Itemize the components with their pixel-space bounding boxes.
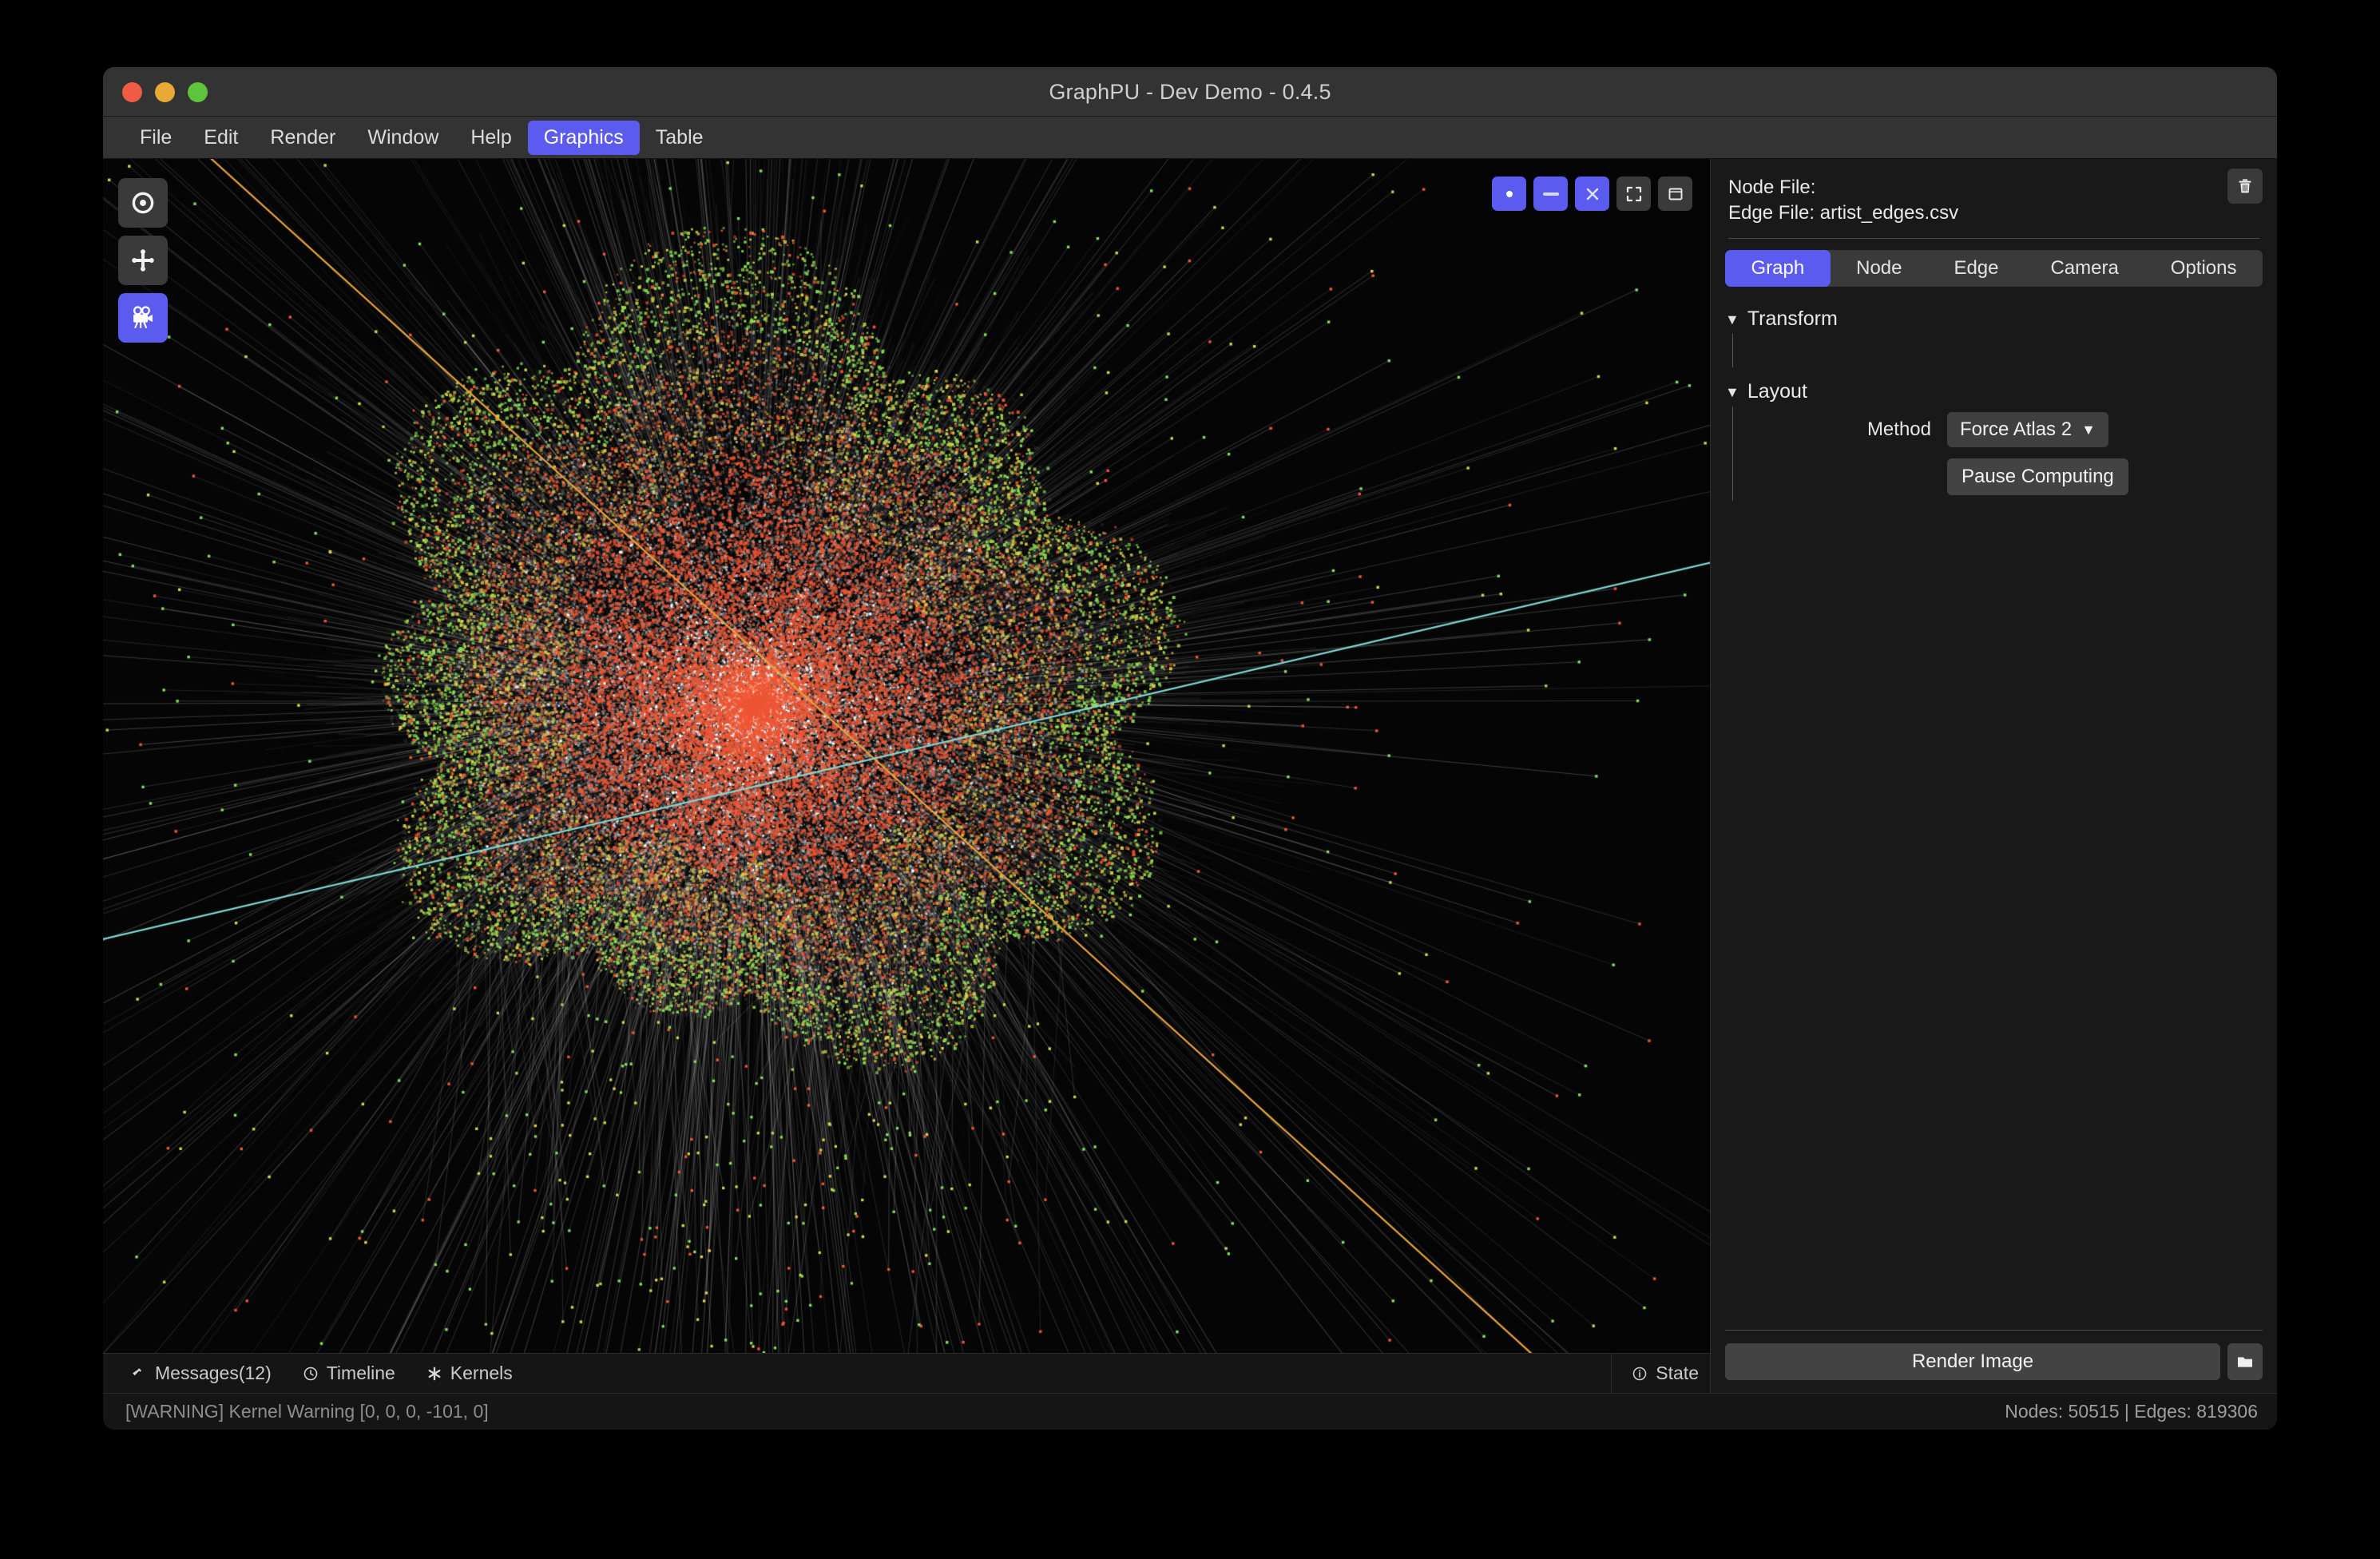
menu-item-graphics[interactable]: Graphics bbox=[528, 121, 640, 155]
render-image-button[interactable]: Render Image bbox=[1725, 1343, 2220, 1380]
fullscreen-icon bbox=[1624, 184, 1644, 204]
layout-method-value: Force Atlas 2 bbox=[1960, 419, 2072, 441]
section-body-transform bbox=[1732, 334, 2263, 367]
move-pan-icon-button[interactable] bbox=[118, 236, 168, 285]
layout-method-label: Method bbox=[1733, 419, 1933, 441]
viewport-tool-strip bbox=[118, 178, 168, 343]
graph-canvas[interactable] bbox=[103, 159, 1710, 1353]
graph-viewport[interactable] bbox=[103, 159, 1710, 1353]
graph-counts: Nodes: 50515 | Edges: 819306 bbox=[2005, 1401, 2258, 1422]
menu-item-table[interactable]: Table bbox=[640, 121, 720, 155]
cross-mode-button[interactable] bbox=[1575, 177, 1609, 211]
fullscreen-button[interactable] bbox=[1616, 177, 1651, 211]
sidebar-tab-bar: Graph Node Edge Camera Options bbox=[1725, 250, 2263, 287]
sidebar-tab-camera[interactable]: Camera bbox=[2025, 250, 2144, 287]
viewport-tab-messages-label: Messages(12) bbox=[155, 1363, 272, 1384]
menu-item-edit[interactable]: Edit bbox=[188, 121, 254, 155]
section-body-layout: Method Force Atlas 2 ▼ Pause Computing bbox=[1732, 407, 2263, 501]
focus-target-icon bbox=[129, 189, 157, 216]
dot-icon bbox=[1506, 191, 1513, 197]
viewport-tab-bar: Messages(12) Timeline Kernels bbox=[103, 1353, 1710, 1393]
sidebar-tab-node[interactable]: Node bbox=[1831, 250, 1928, 287]
viewport-tab-state-label: State bbox=[1656, 1363, 1699, 1384]
line-mode-button[interactable] bbox=[1533, 177, 1568, 211]
chevron-down-icon: ▼ bbox=[1725, 385, 1739, 399]
pause-computing-row: Pause Computing bbox=[1733, 453, 2263, 501]
menu-item-window[interactable]: Window bbox=[351, 121, 454, 155]
footer-divider bbox=[1725, 1330, 2263, 1331]
title-bar: GraphPU - Dev Demo - 0.4.5 bbox=[103, 67, 2277, 117]
megaphone-icon bbox=[130, 1365, 148, 1382]
open-folder-button[interactable] bbox=[2227, 1343, 2263, 1380]
viewport-tab-messages[interactable]: Messages(12) bbox=[125, 1360, 276, 1386]
render-row: Render Image bbox=[1725, 1343, 2263, 1380]
status-message: [WARNING] Kernel Warning [0, 0, 0, -101,… bbox=[125, 1401, 489, 1422]
chevron-down-icon: ▼ bbox=[1725, 312, 1739, 327]
clock-icon bbox=[302, 1365, 319, 1382]
section-title-layout: Layout bbox=[1747, 380, 1807, 403]
window-panel-button[interactable] bbox=[1658, 177, 1692, 211]
camera-icon-button[interactable] bbox=[118, 293, 168, 343]
file-header: Node File: Edge File: artist_edges.csv bbox=[1711, 159, 2277, 225]
viewport-tab-timeline-label: Timeline bbox=[327, 1363, 395, 1384]
delete-files-button[interactable] bbox=[2227, 169, 2263, 204]
node-file-label: Node File: bbox=[1728, 175, 2259, 200]
menu-bar: File Edit Render Window Help Graphics Ta… bbox=[103, 117, 2277, 159]
sidebar-tab-options[interactable]: Options bbox=[2144, 250, 2263, 287]
menu-item-file[interactable]: File bbox=[124, 121, 188, 155]
properties-sidebar: Node File: Edge File: artist_edges.csv G… bbox=[1710, 159, 2277, 1393]
header-divider bbox=[1728, 238, 2259, 239]
window-panel-icon bbox=[1666, 184, 1685, 204]
trash-icon bbox=[2235, 177, 2255, 196]
status-bar: [WARNING] Kernel Warning [0, 0, 0, -101,… bbox=[103, 1393, 2277, 1430]
camera-icon bbox=[129, 304, 157, 331]
viewport-tab-kernels-label: Kernels bbox=[450, 1363, 513, 1384]
viewport-tab-timeline[interactable]: Timeline bbox=[297, 1360, 400, 1386]
window-title: GraphPU - Dev Demo - 0.4.5 bbox=[103, 67, 2277, 117]
info-icon bbox=[1631, 1365, 1648, 1382]
sidebar-footer: Render Image bbox=[1711, 1330, 2277, 1393]
chevron-down-icon: ▼ bbox=[2081, 422, 2096, 438]
viewport-display-controls bbox=[1492, 177, 1692, 211]
layout-method-dropdown[interactable]: Force Atlas 2 ▼ bbox=[1947, 412, 2108, 447]
folder-open-icon bbox=[2235, 1352, 2255, 1371]
section-title-transform: Transform bbox=[1747, 307, 1838, 331]
viewport-tab-state[interactable]: State bbox=[1611, 1354, 1699, 1393]
section-header-layout[interactable]: ▼ Layout bbox=[1725, 380, 2263, 403]
viewport-tab-kernels[interactable]: Kernels bbox=[421, 1360, 518, 1386]
window-body: Messages(12) Timeline Kernels bbox=[103, 159, 2277, 1393]
application-window: GraphPU - Dev Demo - 0.4.5 File Edit Ren… bbox=[103, 67, 2277, 1430]
focus-target-icon-button[interactable] bbox=[118, 178, 168, 228]
section-header-transform[interactable]: ▼ Transform bbox=[1725, 307, 2263, 331]
sidebar-tab-graph[interactable]: Graph bbox=[1725, 250, 1831, 287]
edge-file-label: Edge File: artist_edges.csv bbox=[1728, 200, 2259, 226]
viewport-column: Messages(12) Timeline Kernels bbox=[103, 159, 1710, 1393]
asterisk-icon bbox=[426, 1365, 443, 1382]
menu-item-help[interactable]: Help bbox=[454, 121, 527, 155]
layout-method-row: Method Force Atlas 2 ▼ bbox=[1733, 407, 2263, 453]
x-icon bbox=[1583, 184, 1602, 204]
sidebar-content: ▼ Transform ▼ Layout Method Force Atlas … bbox=[1711, 287, 2277, 1330]
point-mode-button[interactable] bbox=[1492, 177, 1526, 211]
sidebar-tab-edge[interactable]: Edge bbox=[1928, 250, 2025, 287]
pause-computing-button[interactable]: Pause Computing bbox=[1947, 458, 2128, 495]
minus-icon bbox=[1543, 192, 1559, 196]
menu-item-render[interactable]: Render bbox=[254, 121, 351, 155]
move-pan-icon bbox=[129, 247, 157, 274]
